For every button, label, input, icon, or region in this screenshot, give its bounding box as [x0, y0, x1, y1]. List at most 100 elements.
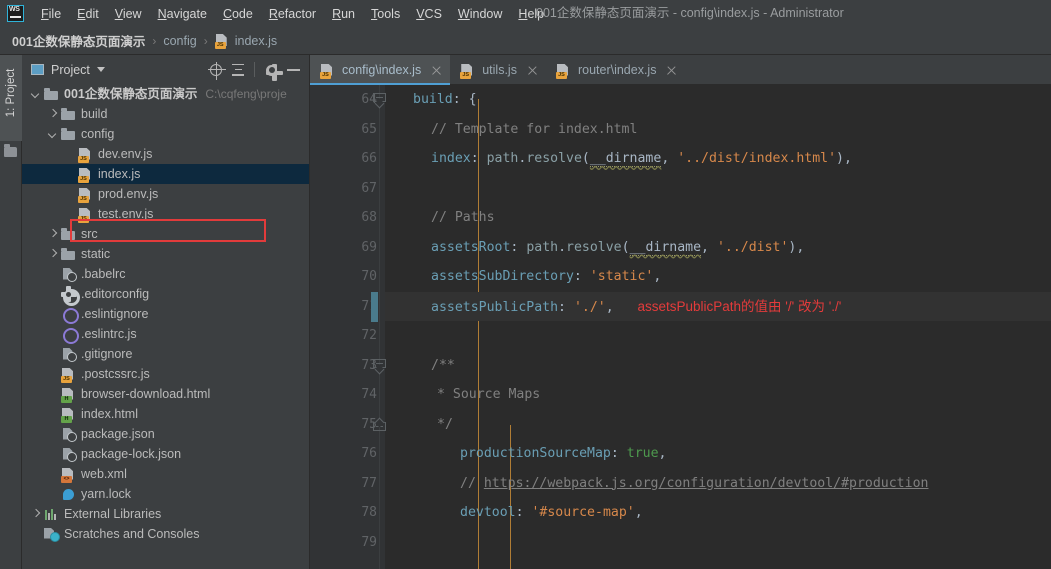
minimize-icon[interactable] — [283, 60, 303, 80]
tree-node-label: web.xml — [81, 467, 127, 481]
code-editor[interactable]: 64 65 66 67 68 69 70 71 72 73 74 75 76 77 78 79 build: … — [310, 85, 1051, 569]
menu-item-tools[interactable]: Tools — [363, 4, 408, 24]
token-comma: , — [701, 239, 709, 255]
token-paren-close: ), — [836, 151, 852, 166]
code-line-77: // https://webpack.js.org/configuration/… — [385, 469, 1051, 499]
breadcrumb-separator-icon: › — [152, 33, 157, 48]
tree-node-label: src — [81, 227, 98, 241]
close-icon[interactable] — [431, 65, 442, 76]
editor-tab-label: router\index.js — [577, 63, 657, 77]
breadcrumb-item-project[interactable]: 001企数保静态页面演示 — [12, 31, 145, 50]
tree-node-label: yarn.lock — [81, 487, 132, 501]
close-icon[interactable] — [527, 65, 538, 76]
token-dirname: __dirname — [629, 239, 702, 256]
tree-node--eslintrc-js[interactable]: .eslintrc.js — [22, 324, 309, 344]
token-true: true — [626, 446, 659, 461]
window-title: 001企数保静态页面演示 - config\index.js - Adminis… — [536, 6, 844, 20]
gear-icon[interactable] — [261, 60, 283, 82]
tree-node-test-env-js[interactable]: test.env.js — [22, 204, 309, 224]
editor-area: config\index.js utils.js router\index.js… — [310, 55, 1051, 569]
token-resolve: resolve — [526, 151, 582, 166]
libs-icon — [44, 507, 59, 522]
breadcrumb-item-config[interactable]: config — [163, 34, 196, 48]
locate-icon[interactable] — [206, 60, 226, 80]
menu-item-file[interactable]: File — [33, 4, 69, 24]
tree-node--eslintignore[interactable]: .eslintignore — [22, 304, 309, 324]
editor-gutter[interactable]: 64 65 66 67 68 69 70 71 72 73 74 75 76 77 78 79 — [310, 85, 386, 569]
tree-node-src[interactable]: src — [22, 224, 309, 244]
tree-node--babelrc[interactable]: .babelrc — [22, 264, 309, 284]
tree-node-external-libraries[interactable]: External Libraries — [22, 504, 309, 524]
menu-item-code[interactable]: Code — [215, 4, 261, 24]
tree-node-package-lock-json[interactable]: package-lock.json — [22, 444, 309, 464]
chevron-down-icon[interactable] — [47, 129, 58, 140]
chevron-down-icon[interactable] — [30, 89, 41, 100]
yarn-icon — [61, 487, 76, 502]
js-file-icon — [555, 63, 571, 79]
toolbar-divider — [254, 62, 255, 77]
close-icon[interactable] — [666, 65, 677, 76]
tree-node-index-js[interactable]: index.js — [22, 164, 309, 184]
breadcrumb-item-file[interactable]: index.js — [235, 34, 277, 48]
chevron-right-icon[interactable] — [30, 509, 41, 520]
tree-node-index-html[interactable]: index.html — [22, 404, 309, 424]
tree-node-dev-env-js[interactable]: dev.env.js — [22, 144, 309, 164]
line-number-77: 77 — [361, 475, 377, 491]
code-line-73: /** — [385, 351, 1051, 381]
tree-node-config[interactable]: config — [22, 124, 309, 144]
chevron-right-icon[interactable] — [47, 249, 58, 260]
token-dirname: __dirname — [589, 151, 662, 167]
token-index: index — [431, 151, 471, 166]
tree-node-prod-env-js[interactable]: prod.env.js — [22, 184, 309, 204]
token-url-link[interactable]: https://webpack.js.org/configuration/dev… — [484, 476, 929, 491]
editor-tab-config-index-js[interactable]: config\index.js — [310, 55, 451, 85]
token-path: path — [486, 151, 519, 166]
menu-item-edit[interactable]: Edit — [69, 4, 107, 24]
fold-region-line — [379, 85, 380, 569]
tree-node-package-json[interactable]: package.json — [22, 424, 309, 444]
token-colon: : — [610, 446, 619, 461]
tree-node-build[interactable]: build — [22, 104, 309, 124]
token-build: build — [413, 92, 453, 107]
tree-node--gitignore[interactable]: .gitignore — [22, 344, 309, 364]
menu-item-run[interactable]: Run — [324, 4, 363, 24]
collapse-all-icon[interactable] — [228, 60, 248, 80]
js-icon — [78, 207, 93, 223]
js-file-icon — [320, 63, 335, 79]
token-brace: { — [468, 92, 477, 107]
folder-icon — [61, 247, 76, 262]
token-block-comment: * Source Maps — [437, 387, 541, 402]
js-icon — [61, 367, 76, 383]
tree-node-static[interactable]: static — [22, 244, 309, 264]
chevron-right-icon[interactable] — [47, 109, 58, 120]
editor-tab-router-index-js[interactable]: router\index.js — [546, 55, 686, 85]
token-string: 'static' — [589, 269, 654, 284]
menu-item-refactor[interactable]: Refactor — [261, 4, 324, 24]
menu-item-vcs[interactable]: VCS — [408, 4, 450, 24]
token-comment: // Template for index.html — [431, 121, 638, 137]
tree-node-browser-download-html[interactable]: browser-download.html — [22, 384, 309, 404]
menu-item-view[interactable]: View — [107, 4, 150, 24]
menu-item-navigate[interactable]: Navigate — [150, 4, 215, 24]
editor-tab-utils-js[interactable]: utils.js — [450, 55, 546, 85]
tree-node-web-xml[interactable]: web.xml — [22, 464, 309, 484]
menu-item-window[interactable]: Window — [450, 4, 510, 24]
ide-window: File Edit View Navigate Code Refactor Ru… — [0, 0, 1051, 569]
chevron-right-icon[interactable] — [47, 229, 58, 240]
vcs-change-marker[interactable] — [371, 292, 378, 322]
chevron-down-icon[interactable] — [96, 67, 105, 72]
token-string: '../dist' — [716, 239, 789, 255]
tree-node-yarn-lock[interactable]: yarn.lock — [22, 484, 309, 504]
tree-node-label: package.json — [81, 427, 155, 441]
tree-node--postcssrc-js[interactable]: .postcssrc.js — [22, 364, 309, 384]
line-number-70: 70 — [361, 269, 377, 284]
tool-window-button-project[interactable]: 1: Project — [0, 55, 22, 141]
code-line-71: assetsPublicPath: './', assetsPublicPath… — [385, 291, 1051, 321]
folder-icon — [61, 127, 76, 142]
tree-node-001-[interactable]: 001企数保静态页面演示 C:\cqfeng\proje — [22, 84, 309, 104]
tree-node-scratches-and-consoles[interactable]: Scratches and Consoles — [22, 524, 309, 544]
tree-node-label: .eslintrc.js — [81, 327, 137, 341]
tree-node--editorconfig[interactable]: .editorconfig — [22, 284, 309, 306]
